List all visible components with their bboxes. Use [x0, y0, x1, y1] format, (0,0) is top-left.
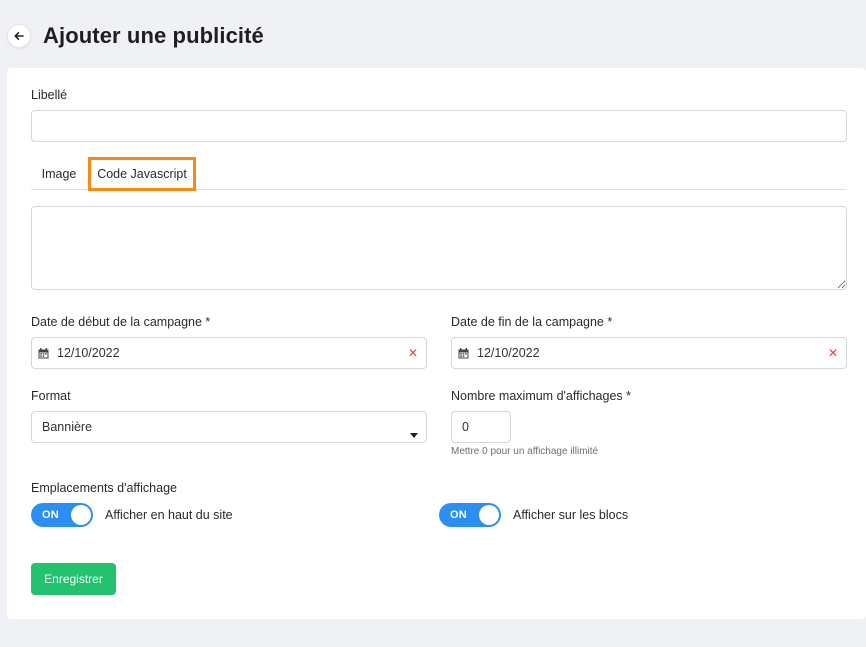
end-date-value: 12/10/2022	[477, 346, 540, 360]
toggle-state-text: ON	[42, 509, 59, 521]
tab-image[interactable]: Image	[31, 158, 87, 190]
calendar-icon	[38, 347, 49, 359]
max-views-label: Nombre maximum d'affichages *	[451, 389, 632, 403]
libelle-label: Libellé	[31, 88, 68, 102]
calendar-icon	[458, 347, 469, 359]
toggle-knob	[479, 505, 499, 525]
start-date-value: 12/10/2022	[57, 346, 120, 360]
end-date-field[interactable]: 12/10/2022 ✕	[451, 337, 847, 369]
libelle-input[interactable]	[31, 110, 847, 142]
format-label: Format	[31, 389, 71, 403]
start-date-field[interactable]: 12/10/2022 ✕	[31, 337, 427, 369]
page-header: Ajouter une publicité	[7, 20, 264, 52]
start-date-label: Date de début de la campagne *	[31, 315, 211, 329]
tab-code-javascript[interactable]: Code Javascript	[88, 157, 196, 191]
back-button[interactable]	[7, 24, 31, 48]
caret-down-icon	[410, 425, 418, 443]
max-views-input[interactable]: 0	[451, 411, 511, 443]
toggle-knob	[71, 505, 91, 525]
max-views-hint: Mettre 0 pour un affichage illimité	[451, 446, 599, 457]
toggle-top-of-site[interactable]: ON	[31, 503, 93, 527]
clear-x-icon[interactable]: ✕	[828, 347, 838, 359]
content-type-tabs: Image Code Javascript	[31, 157, 846, 191]
arrow-left-icon	[13, 30, 25, 42]
placements-label: Emplacements d'affichage	[31, 481, 177, 495]
save-button[interactable]: Enregistrer	[31, 563, 116, 595]
ad-form-card: Libellé Image Code Javascript Date de dé…	[7, 68, 866, 619]
toggle-state-text: ON	[450, 509, 467, 521]
toggle-on-blocks[interactable]: ON	[439, 503, 501, 527]
end-date-label: Date de fin de la campagne *	[451, 315, 613, 329]
page-title: Ajouter une publicité	[43, 23, 264, 48]
clear-x-icon[interactable]: ✕	[408, 347, 418, 359]
javascript-code-textarea[interactable]	[31, 206, 847, 290]
format-select[interactable]: Bannière	[31, 411, 427, 443]
format-selected-value: Bannière	[42, 420, 93, 434]
toggle-on-blocks-label: Afficher sur les blocs	[513, 508, 629, 522]
toggle-top-of-site-label: Afficher en haut du site	[105, 508, 233, 522]
